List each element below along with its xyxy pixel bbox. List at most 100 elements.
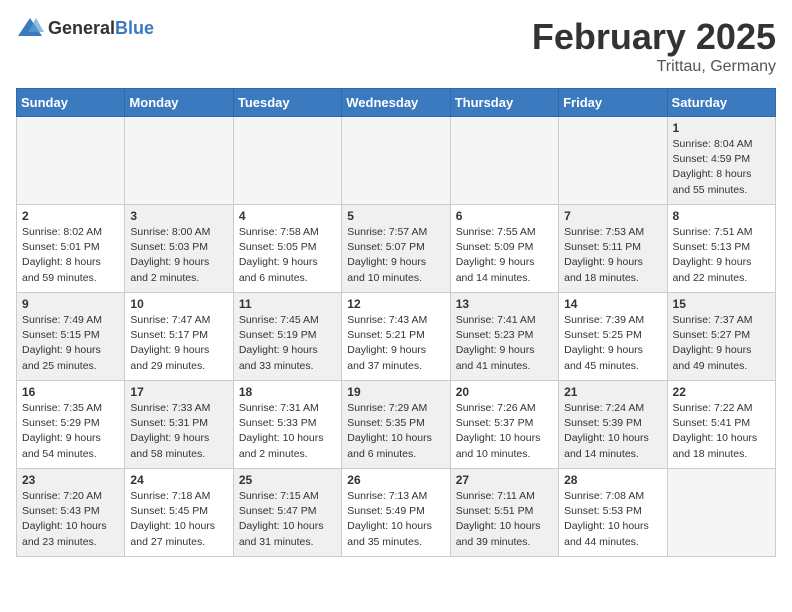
calendar-cell: [667, 469, 775, 557]
day-info: Sunrise: 7:57 AM Sunset: 5:07 PM Dayligh…: [347, 225, 444, 286]
calendar-cell: 23 Sunrise: 7:20 AM Sunset: 5:43 PM Dayli…: [17, 469, 125, 557]
day-info: Sunrise: 7:15 AM Sunset: 5:47 PM Dayligh…: [239, 489, 336, 550]
calendar-cell: 4 Sunrise: 7:58 AM Sunset: 5:05 PM Daylig…: [233, 205, 341, 293]
day-number: 6: [456, 209, 553, 223]
weekday-header: Wednesday: [342, 89, 450, 117]
calendar-cell: 11 Sunrise: 7:45 AM Sunset: 5:19 PM Dayli…: [233, 293, 341, 381]
logo-text-blue: Blue: [115, 18, 154, 38]
day-info: Sunrise: 7:55 AM Sunset: 5:09 PM Dayligh…: [456, 225, 553, 286]
day-info: Sunrise: 7:22 AM Sunset: 5:41 PM Dayligh…: [673, 401, 770, 462]
calendar-cell: 5 Sunrise: 7:57 AM Sunset: 5:07 PM Daylig…: [342, 205, 450, 293]
calendar-week-row: 16 Sunrise: 7:35 AM Sunset: 5:29 PM Dayli…: [17, 381, 776, 469]
day-info: Sunrise: 7:35 AM Sunset: 5:29 PM Dayligh…: [22, 401, 119, 462]
day-number: 4: [239, 209, 336, 223]
calendar-cell: [17, 117, 125, 205]
calendar-cell: 12 Sunrise: 7:43 AM Sunset: 5:21 PM Dayli…: [342, 293, 450, 381]
day-info: Sunrise: 7:45 AM Sunset: 5:19 PM Dayligh…: [239, 313, 336, 374]
calendar-week-row: 2 Sunrise: 8:02 AM Sunset: 5:01 PM Daylig…: [17, 205, 776, 293]
day-number: 18: [239, 385, 336, 399]
calendar-cell: 26 Sunrise: 7:13 AM Sunset: 5:49 PM Dayli…: [342, 469, 450, 557]
day-info: Sunrise: 7:58 AM Sunset: 5:05 PM Dayligh…: [239, 225, 336, 286]
day-info: Sunrise: 7:51 AM Sunset: 5:13 PM Dayligh…: [673, 225, 770, 286]
day-number: 10: [130, 297, 227, 311]
day-info: Sunrise: 7:31 AM Sunset: 5:33 PM Dayligh…: [239, 401, 336, 462]
day-info: Sunrise: 7:11 AM Sunset: 5:51 PM Dayligh…: [456, 489, 553, 550]
weekday-header: Tuesday: [233, 89, 341, 117]
calendar-cell: 28 Sunrise: 7:08 AM Sunset: 5:53 PM Dayli…: [559, 469, 667, 557]
calendar-week-row: 9Sunrise: 7:49 AM Sunset: 5:15 PM Daylig…: [17, 293, 776, 381]
day-number: 26: [347, 473, 444, 487]
calendar-table: SundayMondayTuesdayWednesdayThursdayFrid…: [16, 88, 776, 557]
day-number: 1: [673, 121, 770, 135]
day-number: 14: [564, 297, 661, 311]
day-info: Sunrise: 7:13 AM Sunset: 5:49 PM Dayligh…: [347, 489, 444, 550]
calendar-cell: [559, 117, 667, 205]
day-info: Sunrise: 8:04 AM Sunset: 4:59 PM Dayligh…: [673, 137, 770, 198]
day-info: Sunrise: 8:00 AM Sunset: 5:03 PM Dayligh…: [130, 225, 227, 286]
calendar-cell: [342, 117, 450, 205]
day-number: 28: [564, 473, 661, 487]
day-number: 12: [347, 297, 444, 311]
calendar-cell: 2 Sunrise: 8:02 AM Sunset: 5:01 PM Daylig…: [17, 205, 125, 293]
month-title: February 2025: [532, 16, 776, 58]
day-info: Sunrise: 7:43 AM Sunset: 5:21 PM Dayligh…: [347, 313, 444, 374]
day-info: Sunrise: 7:41 AM Sunset: 5:23 PM Dayligh…: [456, 313, 553, 374]
logo-text-general: General: [48, 18, 115, 38]
day-info: Sunrise: 8:02 AM Sunset: 5:01 PM Dayligh…: [22, 225, 119, 286]
calendar-week-row: 1 Sunrise: 8:04 AM Sunset: 4:59 PM Daylig…: [17, 117, 776, 205]
day-number: 19: [347, 385, 444, 399]
calendar-cell: 25Sunrise: 7:15 AM Sunset: 5:47 PM Dayli…: [233, 469, 341, 557]
calendar-cell: 18 Sunrise: 7:31 AM Sunset: 5:33 PM Dayli…: [233, 381, 341, 469]
weekday-header: Monday: [125, 89, 233, 117]
day-number: 8: [673, 209, 770, 223]
title-area: February 2025 Trittau, Germany: [532, 16, 776, 76]
day-number: 16: [22, 385, 119, 399]
day-number: 2: [22, 209, 119, 223]
day-info: Sunrise: 7:37 AM Sunset: 5:27 PM Dayligh…: [673, 313, 770, 374]
weekday-header: Friday: [559, 89, 667, 117]
calendar-cell: 24 Sunrise: 7:18 AM Sunset: 5:45 PM Dayli…: [125, 469, 233, 557]
weekday-header: Sunday: [17, 89, 125, 117]
calendar-cell: 9Sunrise: 7:49 AM Sunset: 5:15 PM Daylig…: [17, 293, 125, 381]
calendar-cell: 1 Sunrise: 8:04 AM Sunset: 4:59 PM Daylig…: [667, 117, 775, 205]
day-info: Sunrise: 7:53 AM Sunset: 5:11 PM Dayligh…: [564, 225, 661, 286]
logo-icon: [16, 16, 44, 40]
logo: GeneralBlue: [16, 16, 154, 40]
day-info: Sunrise: 7:26 AM Sunset: 5:37 PM Dayligh…: [456, 401, 553, 462]
day-number: 22: [673, 385, 770, 399]
day-number: 17: [130, 385, 227, 399]
day-number: 20: [456, 385, 553, 399]
calendar-cell: 17 Sunrise: 7:33 AM Sunset: 5:31 PM Dayli…: [125, 381, 233, 469]
calendar-cell: 13Sunrise: 7:41 AM Sunset: 5:23 PM Dayli…: [450, 293, 558, 381]
day-info: Sunrise: 7:39 AM Sunset: 5:25 PM Dayligh…: [564, 313, 661, 374]
day-number: 5: [347, 209, 444, 223]
calendar-cell: 10 Sunrise: 7:47 AM Sunset: 5:17 PM Dayli…: [125, 293, 233, 381]
calendar-cell: 20 Sunrise: 7:26 AM Sunset: 5:37 PM Dayli…: [450, 381, 558, 469]
calendar-cell: 27Sunrise: 7:11 AM Sunset: 5:51 PM Dayli…: [450, 469, 558, 557]
calendar-cell: 19 Sunrise: 7:29 AM Sunset: 5:35 PM Dayli…: [342, 381, 450, 469]
day-number: 24: [130, 473, 227, 487]
location-title: Trittau, Germany: [532, 58, 776, 76]
calendar-cell: 8 Sunrise: 7:51 AM Sunset: 5:13 PM Daylig…: [667, 205, 775, 293]
calendar-cell: 7 Sunrise: 7:53 AM Sunset: 5:11 PM Daylig…: [559, 205, 667, 293]
day-number: 11: [239, 297, 336, 311]
day-number: 23: [22, 473, 119, 487]
calendar-cell: 15 Sunrise: 7:37 AM Sunset: 5:27 PM Dayli…: [667, 293, 775, 381]
calendar-cell: 16 Sunrise: 7:35 AM Sunset: 5:29 PM Dayli…: [17, 381, 125, 469]
day-info: Sunrise: 7:20 AM Sunset: 5:43 PM Dayligh…: [22, 489, 119, 550]
day-info: Sunrise: 7:24 AM Sunset: 5:39 PM Dayligh…: [564, 401, 661, 462]
calendar-cell: 21 Sunrise: 7:24 AM Sunset: 5:39 PM Dayli…: [559, 381, 667, 469]
day-number: 21: [564, 385, 661, 399]
calendar-week-row: 23 Sunrise: 7:20 AM Sunset: 5:43 PM Dayli…: [17, 469, 776, 557]
day-number: 7: [564, 209, 661, 223]
day-info: Sunrise: 7:33 AM Sunset: 5:31 PM Dayligh…: [130, 401, 227, 462]
day-number: 15: [673, 297, 770, 311]
day-info: Sunrise: 7:29 AM Sunset: 5:35 PM Dayligh…: [347, 401, 444, 462]
calendar-cell: 22 Sunrise: 7:22 AM Sunset: 5:41 PM Dayli…: [667, 381, 775, 469]
day-info: Sunrise: 7:47 AM Sunset: 5:17 PM Dayligh…: [130, 313, 227, 374]
day-info: Sunrise: 7:49 AM Sunset: 5:15 PM Dayligh…: [22, 313, 119, 374]
day-info: Sunrise: 7:08 AM Sunset: 5:53 PM Dayligh…: [564, 489, 661, 550]
calendar-cell: [450, 117, 558, 205]
day-info: Sunrise: 7:18 AM Sunset: 5:45 PM Dayligh…: [130, 489, 227, 550]
calendar-cell: 6 Sunrise: 7:55 AM Sunset: 5:09 PM Daylig…: [450, 205, 558, 293]
